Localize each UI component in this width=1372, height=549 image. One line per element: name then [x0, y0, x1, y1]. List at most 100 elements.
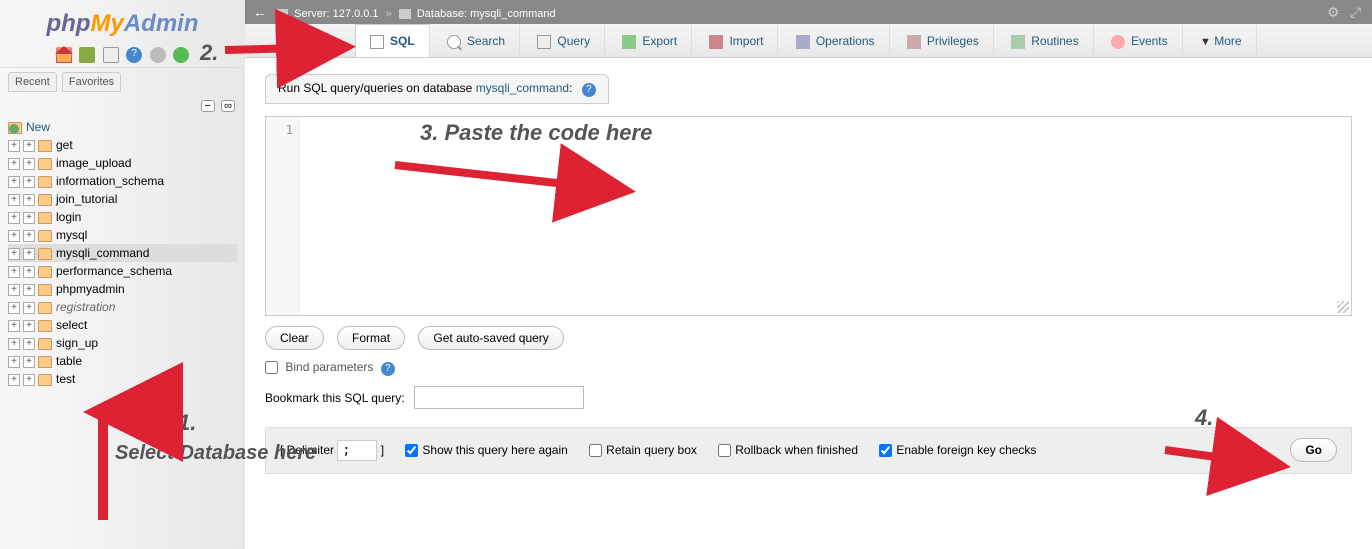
sidebar: phpMyAdmin Recent Favorites − ∞ New ++ge… — [0, 0, 245, 549]
bookmark-label: Bookmark this SQL query: — [265, 391, 405, 405]
events-icon — [1111, 35, 1125, 49]
docs-icon[interactable] — [126, 47, 142, 63]
tree-db-select[interactable]: ++select — [8, 316, 237, 334]
tab-sql[interactable]: SQL — [355, 24, 430, 57]
link-icon[interactable]: ∞ — [221, 100, 235, 112]
collapse-panel-icon[interactable]: ⤢ — [1350, 0, 1364, 14]
query-icon — [537, 35, 551, 49]
expand-icon[interactable]: + — [8, 266, 20, 278]
tree-db-phpmyadmin[interactable]: ++phpmyadmin — [8, 280, 237, 298]
tab-export[interactable]: Export — [608, 25, 692, 58]
logout-icon[interactable] — [79, 47, 95, 63]
expand-icon[interactable]: + — [8, 194, 20, 206]
delimiter-input[interactable] — [337, 440, 377, 461]
foreign-checkbox[interactable] — [879, 444, 892, 457]
tree-db-mysqli-command[interactable]: ++mysqli_command — [8, 244, 237, 262]
foreign-label[interactable]: Enable foreign key checks — [879, 443, 1036, 457]
tab-recent[interactable]: Recent — [8, 72, 57, 92]
sql-icon[interactable] — [103, 47, 119, 63]
settings-icon[interactable] — [150, 47, 166, 63]
tree-db-join-tutorial[interactable]: ++join_tutorial — [8, 190, 237, 208]
expand2-icon[interactable]: + — [23, 284, 35, 296]
expand2-icon[interactable]: + — [23, 194, 35, 206]
show-again-label[interactable]: Show this query here again — [405, 443, 567, 457]
expand-icon[interactable]: + — [8, 212, 20, 224]
expand2-icon[interactable]: + — [23, 212, 35, 224]
breadcrumb-db-value[interactable]: mysqli_command — [470, 8, 556, 20]
operations-icon — [796, 35, 810, 49]
tree-db-performance-schema[interactable]: ++performance_schema — [8, 262, 237, 280]
tab-favorites[interactable]: Favorites — [62, 72, 121, 92]
tab-routines[interactable]: Routines — [997, 25, 1093, 58]
home-icon[interactable] — [56, 47, 72, 63]
tree-db-image-upload[interactable]: ++image_upload — [8, 154, 237, 172]
back-arrow-icon[interactable]: ← — [253, 0, 267, 24]
tree-db-registration[interactable]: ++registration — [8, 298, 237, 316]
privileges-icon — [907, 35, 921, 49]
expand-icon[interactable]: + — [8, 374, 20, 386]
expand2-icon[interactable]: + — [23, 230, 35, 242]
sql-head-suffix: : — [569, 81, 572, 95]
tree-db-get[interactable]: ++get — [8, 136, 237, 154]
expand2-icon[interactable]: + — [23, 302, 35, 314]
database-icon — [38, 194, 52, 206]
expand2-icon[interactable]: + — [23, 338, 35, 350]
expand-icon[interactable]: + — [8, 140, 20, 152]
breadcrumb-server-value[interactable]: 127.0.0.1 — [333, 8, 379, 20]
tree-db-table[interactable]: ++table — [8, 352, 237, 370]
help-icon[interactable]: ? — [381, 362, 395, 376]
help-icon[interactable]: ? — [582, 83, 596, 97]
tab-events[interactable]: Events — [1097, 25, 1183, 58]
bookmark-input[interactable] — [414, 386, 584, 409]
sql-head-dbname[interactable]: mysqli_command — [476, 81, 569, 95]
tree-db-test[interactable]: ++test — [8, 370, 237, 388]
format-button[interactable]: Format — [337, 326, 405, 350]
tree-db-login[interactable]: ++login — [8, 208, 237, 226]
tab-search[interactable]: Search — [433, 25, 520, 58]
gear-icon[interactable]: ⚙ — [1327, 0, 1341, 14]
tree-db-sign-up[interactable]: ++sign_up — [8, 334, 237, 352]
expand2-icon[interactable]: + — [23, 158, 35, 170]
phpmyadmin-logo[interactable]: phpMyAdmin — [0, 0, 245, 43]
retain-checkbox[interactable] — [589, 444, 602, 457]
expand-icon[interactable]: + — [8, 248, 20, 260]
tree-db-mysql[interactable]: ++mysql — [8, 226, 237, 244]
expand-icon[interactable]: + — [8, 176, 20, 188]
rollback-label[interactable]: Rollback when finished — [718, 443, 858, 457]
logo-my: My — [90, 10, 123, 37]
expand2-icon[interactable]: + — [23, 176, 35, 188]
expand-icon[interactable]: + — [8, 158, 20, 170]
tab-query[interactable]: Query — [523, 25, 605, 58]
go-button[interactable]: Go — [1290, 438, 1337, 462]
expand-icon[interactable]: + — [8, 230, 20, 242]
expand-icon[interactable]: + — [8, 302, 20, 314]
expand-icon[interactable]: + — [8, 284, 20, 296]
expand2-icon[interactable]: + — [23, 266, 35, 278]
expand2-icon[interactable]: + — [23, 140, 35, 152]
expand2-icon[interactable]: + — [23, 248, 35, 260]
bind-parameters-checkbox[interactable] — [265, 361, 278, 374]
reload-icon[interactable] — [173, 47, 189, 63]
show-again-checkbox[interactable] — [405, 444, 418, 457]
expand2-icon[interactable]: + — [23, 356, 35, 368]
autosaved-button[interactable]: Get auto-saved query — [418, 326, 563, 350]
tree-new-db[interactable]: New — [8, 118, 237, 136]
expand-icon[interactable]: + — [8, 356, 20, 368]
tab-import[interactable]: Import — [695, 25, 778, 58]
sql-textarea[interactable] — [300, 117, 1351, 315]
expand2-icon[interactable]: + — [23, 320, 35, 332]
bind-parameters-label: Bind parameters — [285, 360, 373, 374]
tree-db-information-schema[interactable]: ++information_schema — [8, 172, 237, 190]
resize-handle-icon[interactable] — [1337, 301, 1349, 313]
collapse-all-icon[interactable]: − — [201, 100, 215, 112]
rollback-checkbox[interactable] — [718, 444, 731, 457]
sql-tab-icon — [370, 35, 384, 49]
tab-more[interactable]: ▼ More — [1186, 25, 1257, 58]
expand-icon[interactable]: + — [8, 320, 20, 332]
retain-label[interactable]: Retain query box — [589, 443, 697, 457]
expand2-icon[interactable]: + — [23, 374, 35, 386]
expand-icon[interactable]: + — [8, 338, 20, 350]
tab-operations[interactable]: Operations — [782, 25, 890, 58]
tab-privileges[interactable]: Privileges — [893, 25, 994, 58]
clear-button[interactable]: Clear — [265, 326, 324, 350]
